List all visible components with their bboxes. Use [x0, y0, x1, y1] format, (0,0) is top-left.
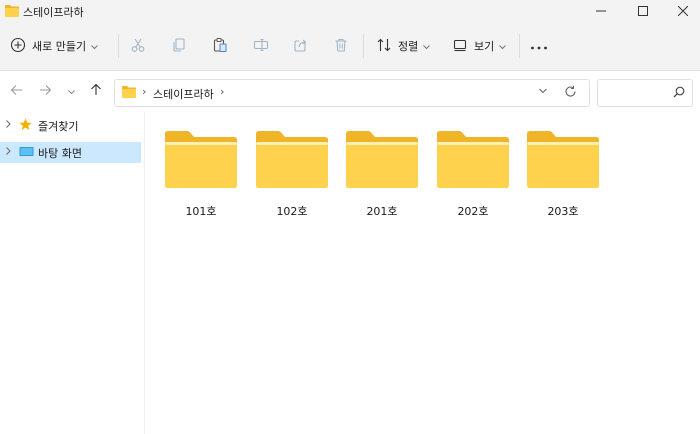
folder-name: 203호	[547, 205, 579, 218]
sort-button[interactable]: 정렬	[376, 34, 431, 58]
folder-tile[interactable]: 102호	[252, 130, 332, 220]
chevron-down-icon	[423, 40, 431, 53]
scissors-icon	[130, 37, 146, 56]
search-icon[interactable]	[673, 86, 685, 101]
breadcrumb-item[interactable]: 스테이프라하	[153, 86, 214, 102]
nav-item-desktop[interactable]: 바탕 화면	[0, 142, 141, 163]
folder-tile[interactable]: 101호	[161, 130, 241, 220]
title-bar: 스테이프라하	[0, 0, 700, 22]
sort-button-label: 정렬	[398, 40, 419, 53]
toolbar-divider	[363, 34, 364, 58]
address-row: › 스테이프라하 ›	[0, 71, 700, 111]
folder-name: 201호	[366, 205, 398, 218]
share-icon	[293, 37, 309, 56]
desktop-icon	[19, 145, 34, 161]
arrow-up-icon	[90, 83, 102, 99]
chevron-right-icon[interactable]	[5, 119, 12, 132]
folder-name: 202호	[457, 205, 489, 218]
breadcrumb-separator[interactable]: ›	[142, 85, 146, 98]
folder-icon	[122, 86, 136, 101]
close-button[interactable]	[660, 0, 700, 22]
chevron-down-icon	[67, 85, 75, 98]
forward-button[interactable]	[36, 82, 54, 100]
copy-button[interactable]	[171, 34, 187, 58]
new-button-label: 새로 만들기	[32, 40, 87, 53]
window-title: 스테이프라하	[23, 6, 84, 19]
folder-name: 102호	[276, 205, 308, 218]
toolbar-divider	[118, 34, 119, 58]
nav-item-label: 바탕 화면	[38, 147, 82, 160]
folder-tile[interactable]: 202호	[433, 130, 513, 220]
chevron-down-icon	[499, 40, 507, 53]
rename-button[interactable]	[253, 34, 269, 58]
view-layout-icon	[452, 37, 468, 56]
address-bar[interactable]: › 스테이프라하 ›	[114, 79, 590, 107]
toolbar-divider	[519, 34, 520, 58]
folder-icon	[437, 131, 509, 188]
cut-button[interactable]	[130, 34, 146, 58]
star-icon	[19, 118, 32, 134]
nav-item-label: 즐겨찾기	[38, 120, 79, 133]
delete-button[interactable]	[333, 34, 349, 58]
arrow-left-icon	[10, 84, 23, 99]
chevron-down-icon[interactable]	[538, 86, 548, 99]
paste-button[interactable]	[212, 34, 228, 58]
arrow-right-icon	[39, 84, 52, 99]
more-options-button[interactable]	[530, 34, 548, 58]
up-button[interactable]	[87, 82, 105, 100]
folder-name: 101호	[185, 205, 217, 218]
minimize-button[interactable]	[578, 0, 624, 22]
navigation-pane: 즐겨찾기 바탕 화면	[0, 112, 145, 434]
view-button[interactable]: 보기	[452, 34, 507, 58]
clipboard-icon	[212, 37, 228, 56]
search-input[interactable]	[602, 84, 666, 100]
view-button-label: 보기	[474, 40, 495, 53]
folder-icon	[5, 5, 19, 20]
breadcrumb-separator[interactable]: ›	[220, 85, 224, 98]
chevron-right-icon[interactable]	[5, 146, 12, 159]
folder-tile[interactable]: 203호	[523, 130, 603, 220]
command-bar: 새로 만들기 정렬 보기	[0, 22, 700, 71]
back-button[interactable]	[7, 82, 25, 100]
folder-tile[interactable]: 201호	[342, 130, 422, 220]
trash-icon	[333, 37, 349, 56]
plus-circle-icon	[10, 37, 26, 56]
nav-item-favorites[interactable]: 즐겨찾기	[0, 115, 141, 136]
share-button[interactable]	[293, 34, 309, 58]
recent-locations-button[interactable]	[62, 82, 80, 100]
copy-icon	[171, 37, 187, 56]
folder-icon	[165, 131, 237, 188]
refresh-icon[interactable]	[564, 85, 577, 101]
ellipsis-icon	[530, 40, 548, 53]
folder-icon	[527, 131, 599, 188]
folder-icon	[256, 131, 328, 188]
rename-icon	[253, 37, 269, 56]
file-view: 101호 102호 201호 202호 203호	[145, 112, 700, 434]
new-button[interactable]: 새로 만들기	[10, 34, 98, 58]
sort-arrows-icon	[376, 37, 392, 56]
search-box[interactable]	[597, 79, 693, 107]
folder-icon	[346, 131, 418, 188]
chevron-down-icon	[91, 40, 98, 53]
